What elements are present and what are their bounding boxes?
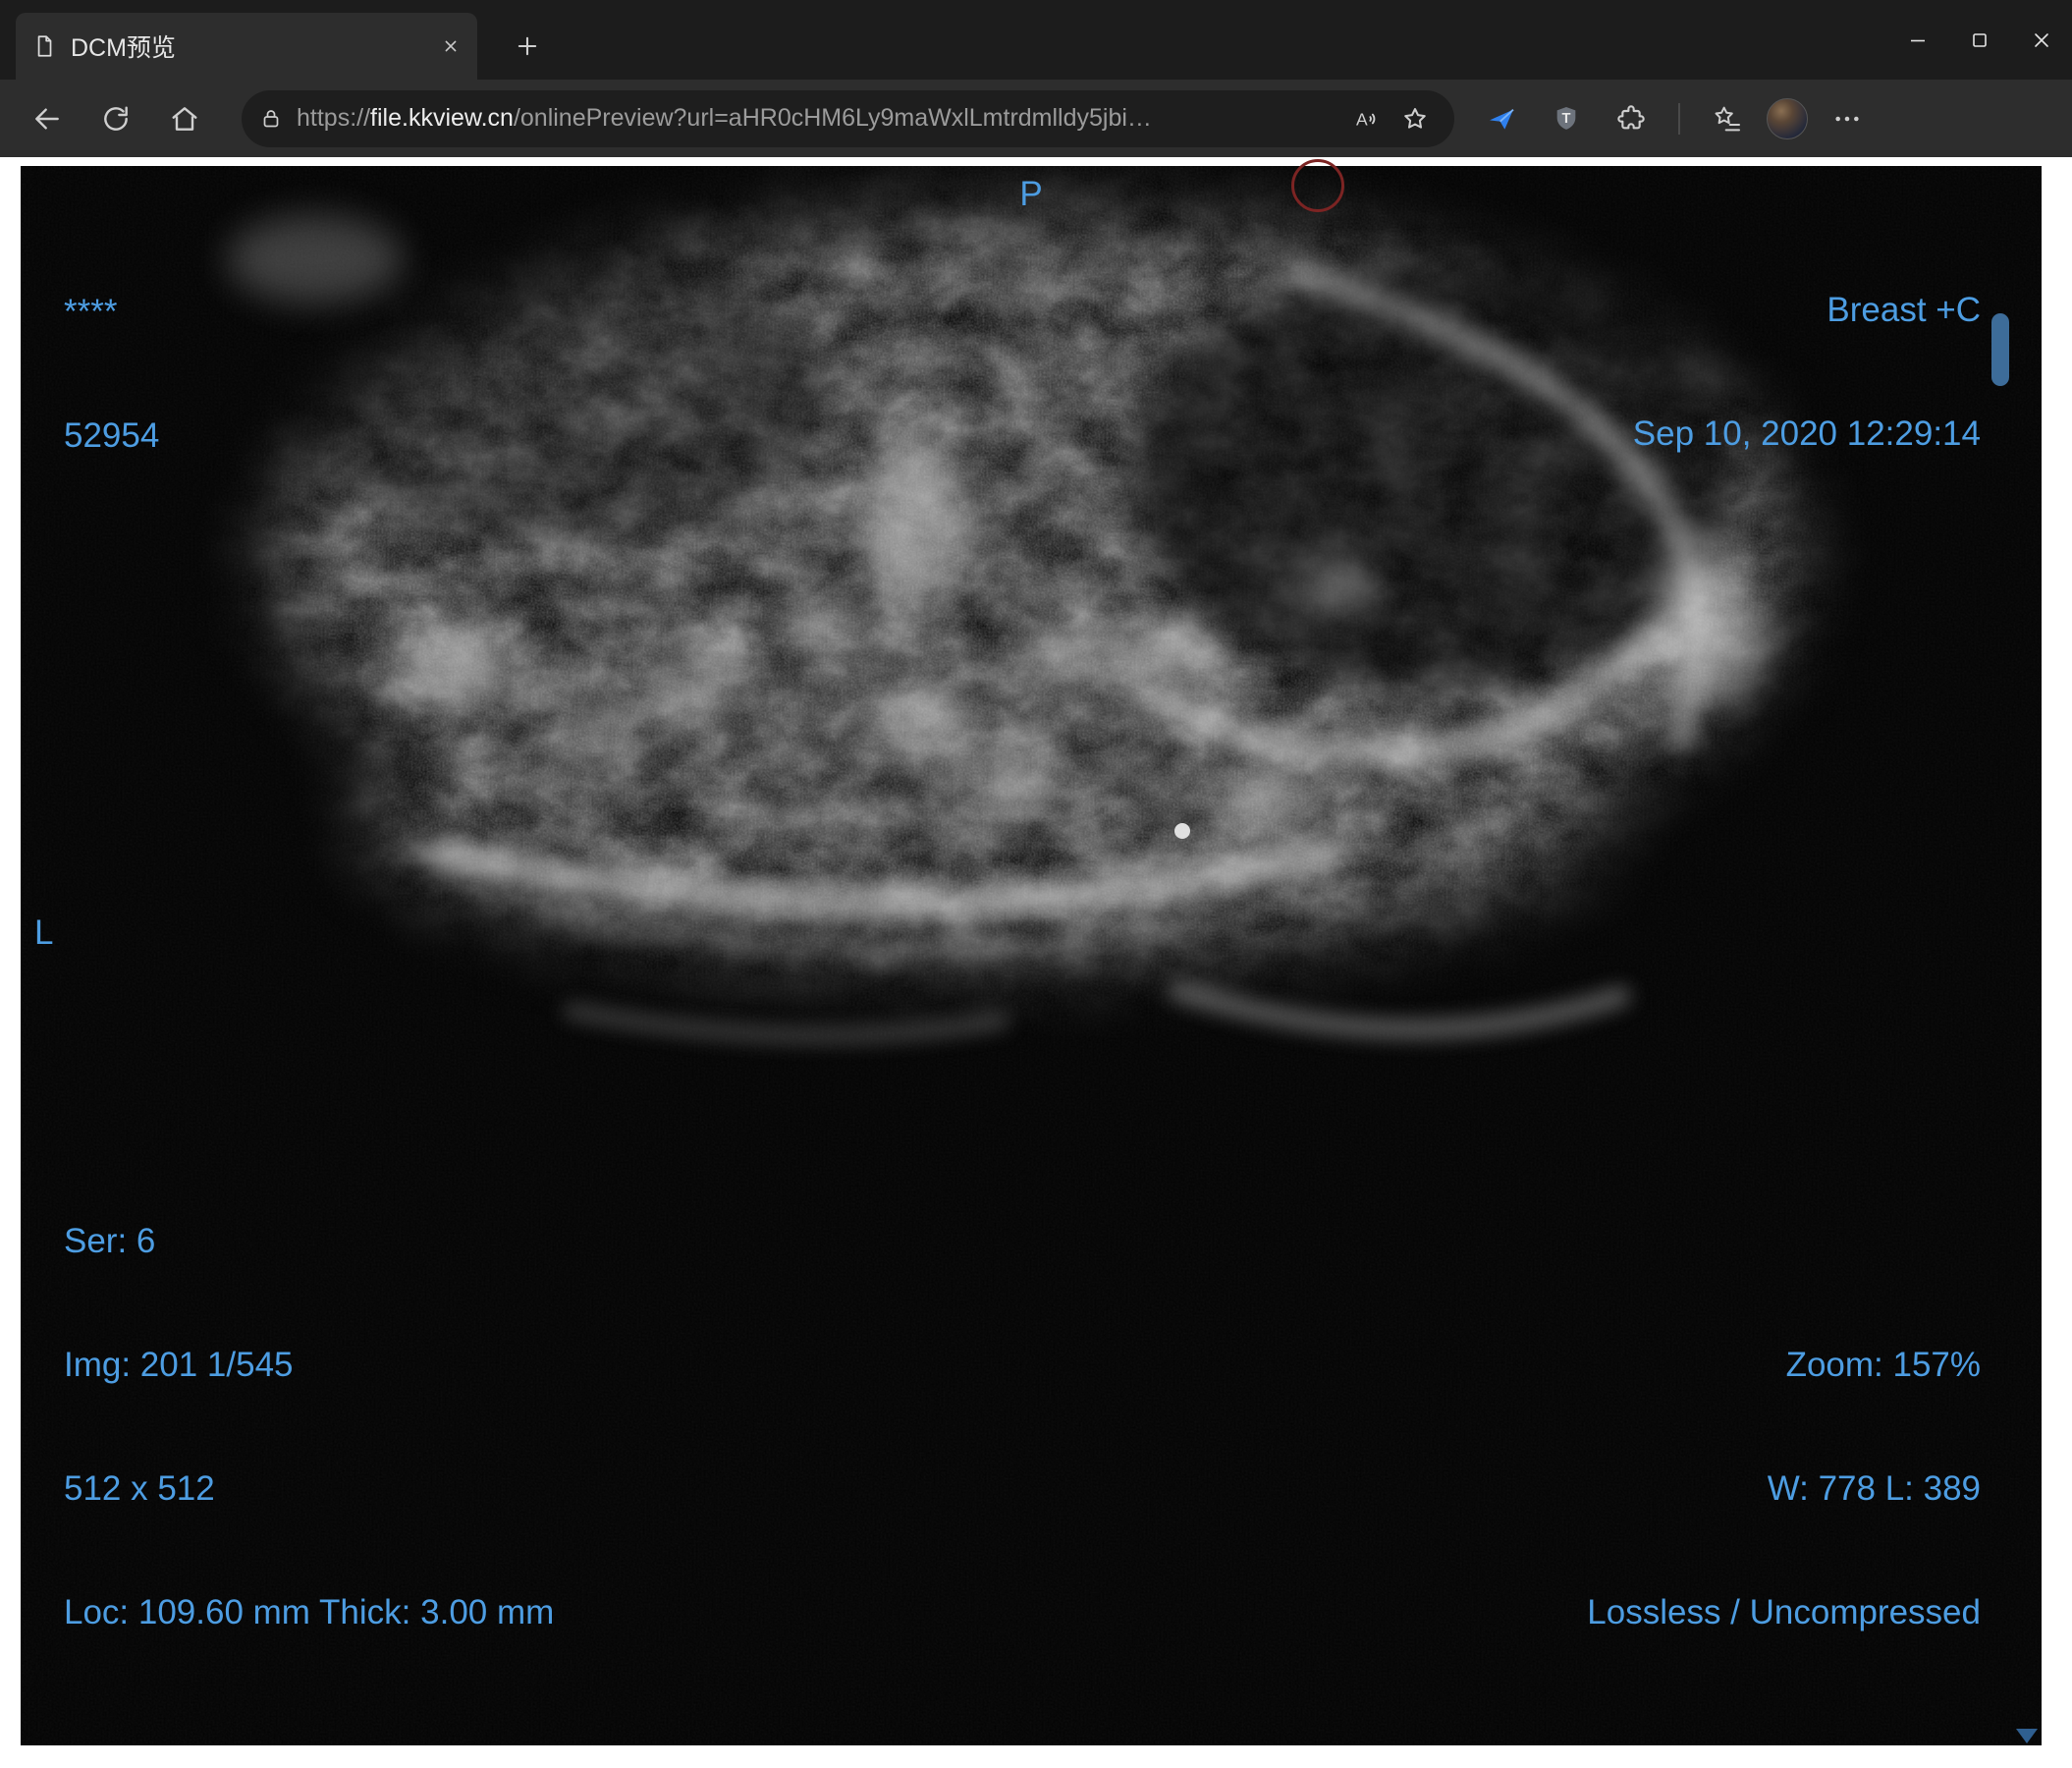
image-number: Img: 201 1/545	[64, 1346, 294, 1384]
series-scrollbar-thumb[interactable]	[1991, 313, 2009, 386]
new-tab-button[interactable]	[503, 22, 552, 71]
translate-extension-button[interactable]	[1476, 93, 1527, 144]
new-tab-plus-icon	[518, 36, 537, 56]
image-matrix: 512 x 512	[64, 1469, 215, 1508]
page-content: **** 52954 P L Breast +C Sep 10, 2020 12…	[0, 157, 2072, 1768]
navigation-bar: https://file.kkview.cn/onlinePreview?url…	[0, 80, 2072, 157]
url-host: file.kkview.cn	[370, 104, 514, 132]
profile-avatar[interactable]	[1767, 97, 1808, 139]
url-scheme: https://	[297, 104, 371, 132]
orientation-marker-left: L	[34, 913, 54, 952]
browser-window: DCM预览 https://file.kkview.cn/onlinePrevi…	[0, 0, 2072, 1768]
annotation-circle	[1291, 159, 1344, 212]
url-text: https://file.kkview.cn/onlinePreview?url…	[297, 104, 1152, 133]
toolbar-extensions: T	[1476, 93, 1873, 144]
settings-ellipsis-icon	[1835, 116, 1859, 121]
window-level: W: 778 L: 389	[1767, 1469, 1981, 1508]
svg-text:T: T	[1562, 111, 1571, 127]
extensions-puzzle-icon	[1617, 104, 1645, 129]
shield-extension-icon: T	[1556, 106, 1576, 130]
home-button[interactable]	[159, 93, 210, 144]
minimize-button[interactable]	[1886, 0, 1948, 80]
favorites-hub-button[interactable]	[1702, 93, 1753, 144]
extensions-button[interactable]	[1606, 93, 1657, 144]
series-block: Ser: 6 Img: 201 1/545 512 x 512 Loc: 109…	[64, 1138, 554, 1716]
minimize-icon	[1910, 39, 1925, 41]
tab-bar: DCM预览	[0, 0, 2072, 80]
address-bar[interactable]: https://file.kkview.cn/onlinePreview?url…	[242, 89, 1454, 147]
document-icon	[31, 33, 57, 59]
series-number: Ser: 6	[64, 1222, 156, 1260]
back-arrow-icon	[35, 107, 59, 130]
read-aloud-button[interactable]: A	[1344, 97, 1388, 140]
favorite-button[interactable]	[1393, 97, 1437, 140]
maximize-icon	[1972, 32, 1987, 47]
favorite-star-icon	[1404, 107, 1426, 129]
shield-extension-button[interactable]: T	[1541, 93, 1592, 144]
settings-menu-button[interactable]	[1822, 93, 1873, 144]
url-path: /onlinePreview?url=aHR0cHM6Ly9maWxlLmtrd…	[513, 104, 1152, 132]
back-button[interactable]	[22, 93, 73, 144]
favorites-hub-icon	[1715, 106, 1740, 131]
svg-text:A: A	[1356, 109, 1368, 129]
dicom-viewer[interactable]: **** 52954 P L Breast +C Sep 10, 2020 12…	[21, 166, 2042, 1745]
slice-location: Loc: 109.60 mm Thick: 3.00 mm	[64, 1593, 555, 1631]
patient-name-masked: ****	[64, 293, 118, 331]
browser-tab[interactable]: DCM预览	[16, 13, 477, 80]
close-button[interactable]	[2010, 0, 2072, 80]
refresh-icon	[104, 105, 128, 131]
tab-close-icon[interactable]	[440, 35, 462, 57]
patient-block: **** 52954	[64, 209, 159, 539]
zoom-level: Zoom: 157%	[1785, 1346, 1981, 1384]
patient-id: 52954	[64, 416, 160, 455]
home-icon	[172, 106, 197, 131]
close-icon	[2034, 32, 2048, 47]
study-datetime: Sep 10, 2020 12:29:14	[1632, 414, 1981, 453]
study-description: Breast +C	[1827, 291, 1981, 329]
translate-extension-icon	[1490, 108, 1514, 130]
toolbar-divider	[1678, 102, 1680, 135]
display-block: Zoom: 157% W: 778 L: 389 Lossless / Unco…	[1587, 1262, 1981, 1716]
compression-status: Lossless / Uncompressed	[1587, 1593, 1981, 1631]
refresh-button[interactable]	[90, 93, 141, 144]
lock-icon[interactable]	[259, 107, 283, 131]
maximize-button[interactable]	[1948, 0, 2010, 80]
read-aloud-icon: A	[1356, 109, 1376, 129]
study-block: Breast +C Sep 10, 2020 12:29:14	[1633, 207, 1981, 537]
scroll-down-arrow-icon[interactable]	[2016, 1729, 2038, 1743]
tab-title: DCM预览	[71, 34, 176, 62]
window-controls	[1886, 0, 2072, 80]
